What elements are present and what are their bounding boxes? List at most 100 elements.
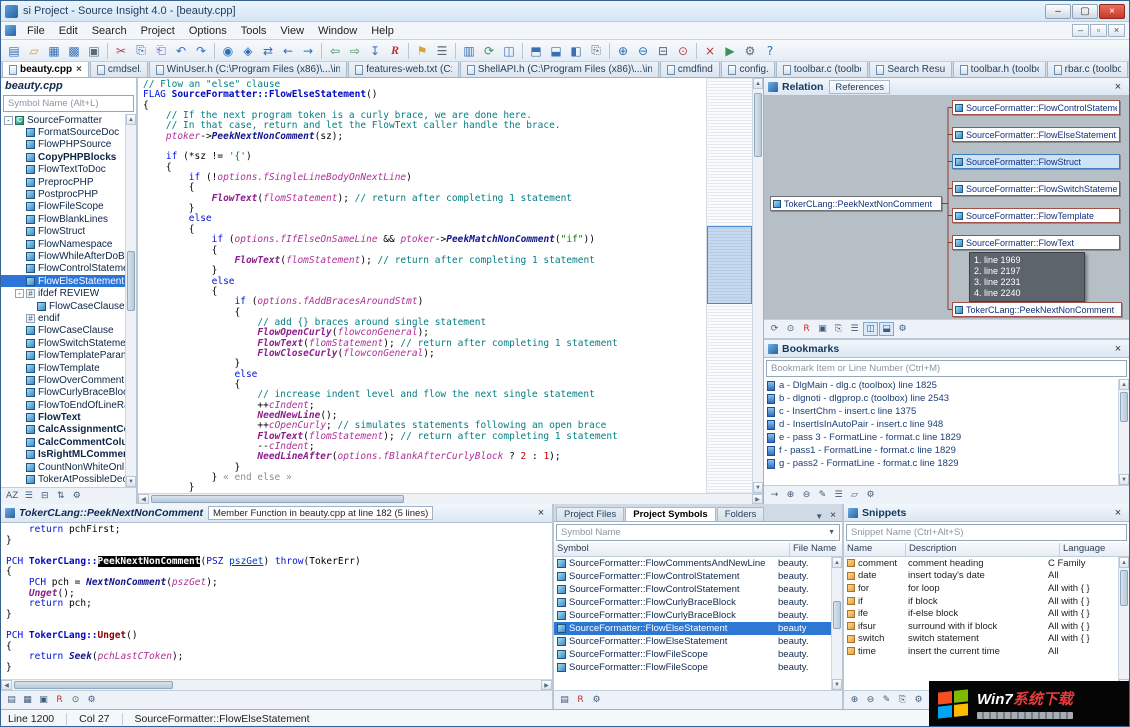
context-titlebar[interactable]: TokerCLang::PeekNextNonComment Member Fu…: [1, 504, 552, 523]
relation-copy-icon[interactable]: ⎘: [831, 322, 846, 336]
relation-node[interactable]: SourceFormatter::FlowTemplate: [952, 208, 1120, 223]
snippet-delete-icon[interactable]: ⊖: [863, 693, 878, 707]
relation-line-ref[interactable]: 4. line 2240: [974, 288, 1080, 299]
symbols-settings-icon[interactable]: ⚙: [589, 693, 604, 707]
file-tab-1[interactable]: cmdsel.c: [90, 62, 148, 77]
bookmark-search-input[interactable]: Bookmark Item or Line Number (Ctrl+M): [766, 360, 1127, 377]
context-print-icon[interactable]: ▣: [36, 693, 51, 707]
editor-hscrollbar[interactable]: ◀ ▶: [138, 493, 763, 504]
tab-folders[interactable]: Folders: [717, 507, 765, 521]
go-back-icon[interactable]: ⇦: [325, 42, 345, 60]
context-refactor-icon[interactable]: R: [52, 693, 67, 707]
project-sync-icon[interactable]: ⟳: [479, 42, 499, 60]
scroll-down-icon[interactable]: ▼: [126, 476, 136, 487]
symbol-tree-item[interactable]: CalcAssignmentCol: [1, 424, 125, 436]
symbol-tree-item[interactable]: FlowFileScope: [1, 201, 125, 213]
paste-icon[interactable]: ⎗: [151, 42, 171, 60]
relation-view-horizontal-icon[interactable]: ◫: [863, 322, 878, 336]
editor-vscrollbar[interactable]: ▲ ▼: [752, 78, 763, 493]
sort-alpha-icon[interactable]: AZ: [4, 489, 20, 503]
sync-symbols-icon[interactable]: ⇅: [53, 489, 68, 503]
bookmark-item[interactable]: d - InsertIsInAutoPair - insert.c line 9…: [764, 418, 1118, 431]
snippet-edit-icon[interactable]: ✎: [879, 693, 894, 707]
file-tab-2[interactable]: WinUser.h (C:\Program Files (x86)\...\in…: [149, 62, 347, 77]
symbols-doc-icon[interactable]: ▤: [557, 693, 572, 707]
symbol-tree-item[interactable]: -#ifdef REVIEW: [1, 287, 125, 299]
relation-mode-button[interactable]: References: [829, 80, 890, 94]
expander-icon[interactable]: -: [15, 289, 24, 298]
chevron-down-icon[interactable]: ▼: [812, 512, 826, 521]
relation-node[interactable]: SourceFormatter::FlowSwitchStatement: [952, 181, 1120, 196]
relation-refactor-icon[interactable]: R: [799, 322, 814, 336]
context-hscrollbar[interactable]: ◀ ▶: [1, 679, 552, 690]
project-window-icon[interactable]: ▥: [459, 42, 479, 60]
document-icon[interactable]: [5, 25, 16, 36]
snippet-row[interactable]: forfor loopAll with { }: [844, 582, 1118, 595]
symbol-row[interactable]: SourceFormatter::FlowFileScopebeauty.: [554, 661, 831, 674]
bookmark-item[interactable]: g - pass2 - FormatLine - format.c line 1…: [764, 457, 1118, 470]
symbol-list-scrollbar[interactable]: ▲ ▼: [831, 557, 842, 690]
pin-icon[interactable]: ⊙: [673, 42, 693, 60]
column-language[interactable]: Language: [1059, 543, 1129, 556]
mdi-minimize-button[interactable]: –: [1072, 24, 1089, 37]
scroll-up-icon[interactable]: ▲: [126, 114, 136, 125]
play-macro-icon[interactable]: ▶: [720, 42, 740, 60]
scroll-up-icon[interactable]: ▲: [1119, 379, 1129, 390]
symbol-tree-item[interactable]: CopyPHPBlocks: [1, 151, 125, 163]
file-tab-6[interactable]: config.c: [721, 62, 774, 77]
options-icon[interactable]: ⚙: [740, 42, 760, 60]
zoom-out-icon[interactable]: ⊖: [633, 42, 653, 60]
bookmark-item[interactable]: b - dlgnoti - dlgprop.c (toolbox) line 2…: [764, 392, 1118, 405]
symbol-tree-item[interactable]: #endif: [1, 312, 125, 324]
symbol-tree-item[interactable]: FlowCaseClause: [1, 325, 125, 337]
snippets-close-icon[interactable]: ×: [1111, 507, 1125, 519]
snippet-row[interactable]: ifsursurround with if blockAll with { }: [844, 620, 1118, 633]
search-forward-icon[interactable]: →: [298, 42, 318, 60]
context-doc-icon[interactable]: ▤: [4, 693, 19, 707]
relation-graph[interactable]: TokerCLang::PeekNextNonCommentSourceForm…: [764, 96, 1129, 319]
symbol-tree-item[interactable]: FlowCaseClause1: [1, 300, 125, 312]
relation-settings-icon[interactable]: ⚙: [895, 322, 910, 336]
relation-node[interactable]: SourceFormatter::FlowStruct: [952, 154, 1120, 169]
relation-view-outline-icon[interactable]: ☰: [847, 322, 862, 336]
bookmarks-close-icon[interactable]: ×: [1111, 343, 1125, 355]
clip-window-icon[interactable]: ⎘: [586, 42, 606, 60]
column-symbol[interactable]: Symbol: [557, 543, 789, 556]
jump-to-definition-icon[interactable]: ↧: [365, 42, 385, 60]
replace-icon[interactable]: ⇄: [258, 42, 278, 60]
symbol-tree-item[interactable]: FlowBlankLines: [1, 213, 125, 225]
bookmark-view-icon[interactable]: ☰: [831, 488, 846, 502]
snippet-row[interactable]: switchswitch statementAll with { }: [844, 633, 1118, 646]
minimap-viewport[interactable]: [707, 226, 752, 304]
titlebar[interactable]: si Project - Source Insight 4.0 - [beaut…: [1, 1, 1129, 22]
search-icon[interactable]: ◉: [218, 42, 238, 60]
bookmark-edit-icon[interactable]: ✎: [815, 488, 830, 502]
symbol-tree-item[interactable]: -CSourceFormatter: [1, 114, 125, 126]
context-save-icon[interactable]: ▦: [20, 693, 35, 707]
relation-refresh-icon[interactable]: ⟳: [767, 322, 782, 336]
undo-icon[interactable]: ↶: [171, 42, 191, 60]
snippet-row[interactable]: ifeif-else blockAll with { }: [844, 607, 1118, 620]
symbol-tree-item[interactable]: FlowWhileAfterDoBl: [1, 250, 125, 262]
symbol-row[interactable]: SourceFormatter::FlowFileScopebeauty.: [554, 648, 831, 661]
relation-line-ref[interactable]: 1. line 1969: [974, 255, 1080, 266]
symbol-window-settings-icon[interactable]: ⚙: [69, 489, 84, 503]
bookmark-item[interactable]: a - DlgMain - dlg.c (toolbox) line 1825: [764, 379, 1118, 392]
print-icon[interactable]: ▣: [84, 42, 104, 60]
maximize-button[interactable]: ▢: [1072, 4, 1098, 19]
menu-tools[interactable]: Tools: [234, 24, 274, 38]
bookmark-list-icon[interactable]: ☰: [432, 42, 452, 60]
view-hierarchy-icon[interactable]: ⊟: [37, 489, 52, 503]
symbol-search-input[interactable]: Symbol Name (Alt+L): [3, 95, 134, 112]
tab-close-icon[interactable]: ×: [76, 64, 82, 75]
bookmark-item[interactable]: e - pass 3 - FormatLine - format.c line …: [764, 431, 1118, 444]
project-symbol-input[interactable]: Symbol Name ▼: [556, 524, 840, 541]
symbol-tree-item[interactable]: FlowStruct: [1, 226, 125, 238]
mdi-close-button[interactable]: ×: [1108, 24, 1125, 37]
symbol-tree-item[interactable]: FlowTextToDoc: [1, 164, 125, 176]
mdi-restore-button[interactable]: ▫: [1090, 24, 1107, 37]
symbol-row[interactable]: SourceFormatter::FlowElseStatementbeauty…: [554, 635, 831, 648]
bookmark-item[interactable]: f - pass1 - FormatLine - format.c line 1…: [764, 444, 1118, 457]
help-icon[interactable]: ?: [760, 42, 780, 60]
symbol-row[interactable]: SourceFormatter::FlowCurlyBraceBlockbeau…: [554, 596, 831, 609]
